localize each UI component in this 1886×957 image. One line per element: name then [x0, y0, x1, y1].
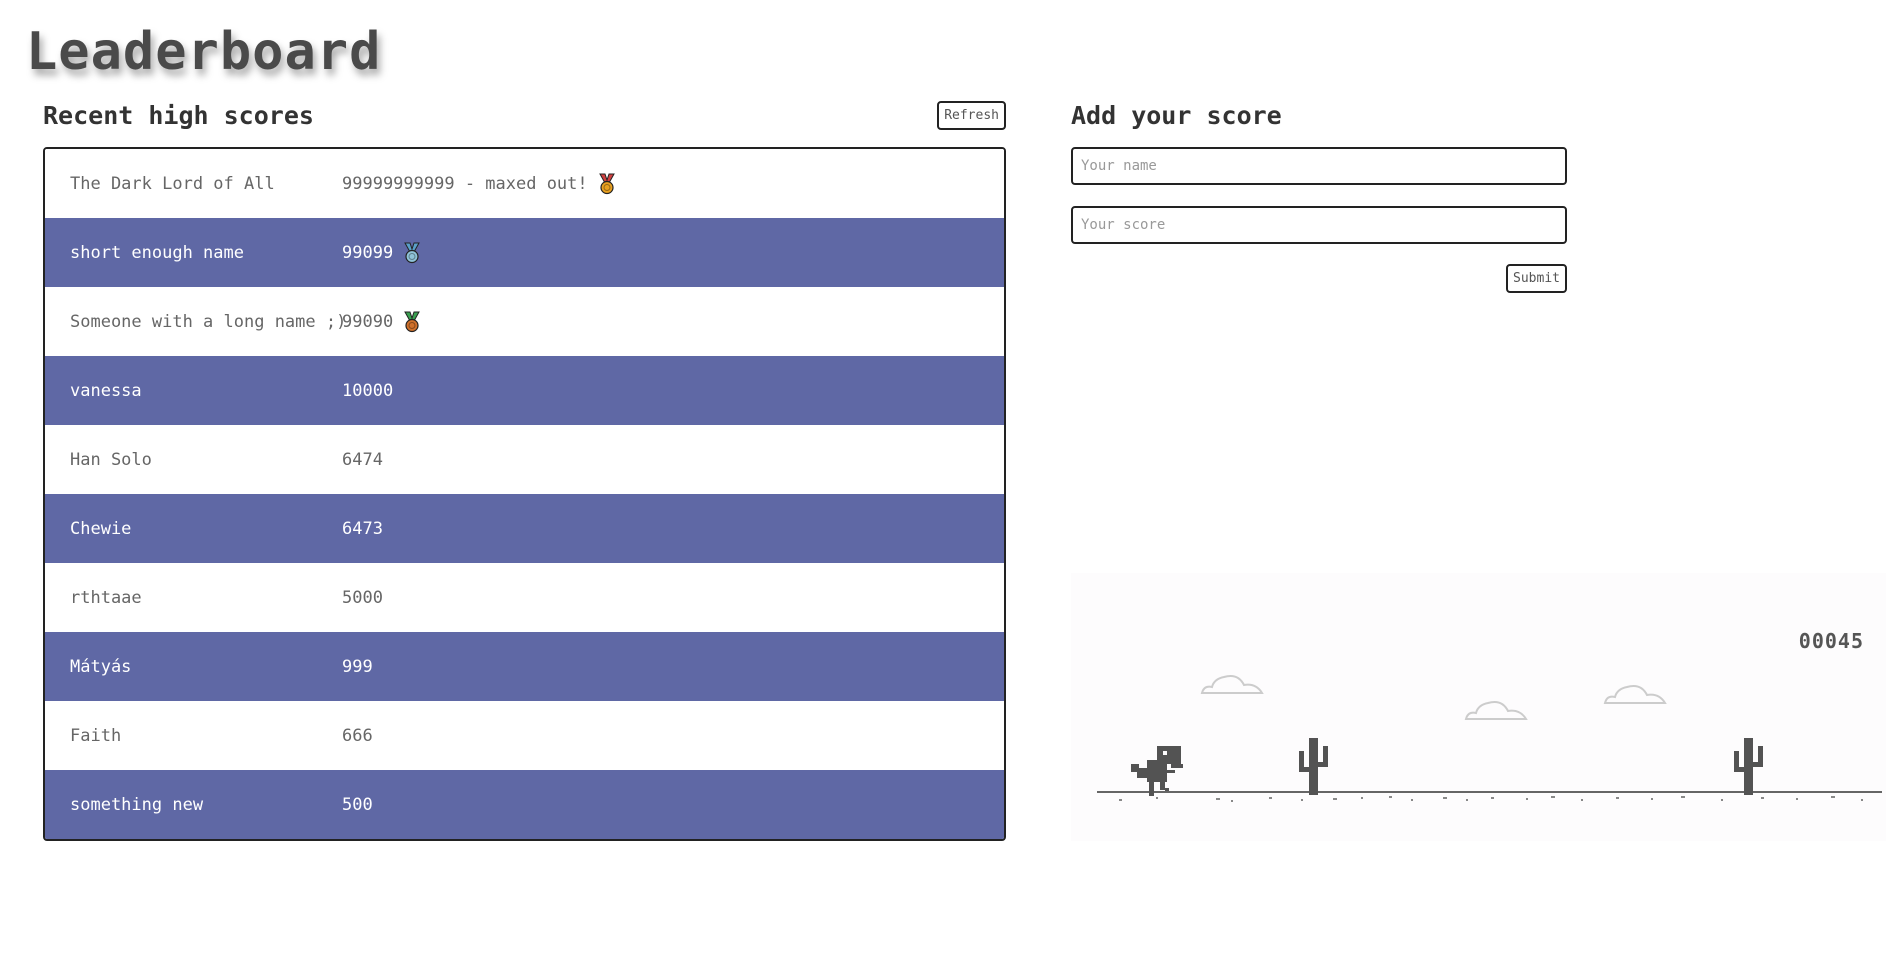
score-value: 10000 — [342, 380, 394, 401]
player-name: Han Solo — [70, 449, 152, 470]
player-name: The Dark Lord of All — [70, 173, 275, 194]
add-score-section: Add your score Submit — [1071, 98, 1567, 293]
player-name: short enough name — [70, 242, 244, 263]
score-value: 99999999999 - maxed out! — [342, 173, 588, 194]
gold-medal-icon — [598, 173, 615, 194]
add-score-heading: Add your score — [1071, 100, 1282, 130]
player-score: 6474 — [342, 450, 383, 470]
table-row: short enough name 99099 — [45, 218, 1004, 287]
score-value: 99090 — [342, 311, 394, 332]
player-score: 6473 — [342, 519, 383, 539]
table-row: Han Solo 6474 — [45, 425, 1004, 494]
score-value: 5000 — [342, 587, 383, 608]
leaderboard-header: Recent high scores Refresh — [43, 98, 1006, 132]
table-row: Mátyás 999 — [45, 632, 1004, 701]
table-row: Chewie 6473 — [45, 494, 1004, 563]
player-name: rthtaae — [70, 587, 142, 608]
score-value: 6473 — [342, 518, 383, 539]
player-name: Chewie — [70, 518, 132, 539]
bronze-medal-icon — [404, 311, 421, 332]
submit-button[interactable]: Submit — [1506, 264, 1567, 293]
table-row: rthtaae 5000 — [45, 563, 1004, 632]
ground-dirt — [1119, 796, 1863, 802]
page: Leaderboard Recent high scores Refresh T… — [0, 0, 1886, 957]
t-rex-icon — [1131, 746, 1183, 796]
cactus-icon — [1734, 738, 1763, 795]
player-name: Someone with a long name ;) — [70, 311, 347, 332]
player-name: something new — [70, 794, 204, 815]
silver-medal-icon — [404, 242, 421, 263]
score-value: 666 — [342, 725, 373, 746]
table-row: vanessa 10000 — [45, 356, 1004, 425]
leaderboard-heading: Recent high scores — [43, 100, 314, 130]
game-score: 00045 — [1798, 629, 1864, 653]
player-score: 99999999999 - maxed out! — [342, 173, 616, 195]
add-score-header: Add your score — [1071, 98, 1567, 132]
score-input[interactable] — [1071, 206, 1567, 244]
cactus-icon — [1299, 738, 1328, 795]
score-value: 6474 — [342, 449, 383, 470]
score-value: 999 — [342, 656, 373, 677]
refresh-button[interactable]: Refresh — [937, 100, 1006, 130]
player-name: Mátyás — [70, 656, 132, 677]
player-score: 99090 — [342, 311, 421, 333]
table-row: Someone with a long name ;) 99090 — [45, 287, 1004, 356]
player-score: 5000 — [342, 588, 383, 608]
player-score: 666 — [342, 726, 373, 746]
player-name: vanessa — [70, 380, 142, 401]
game-scene — [1097, 675, 1882, 802]
table-row: something new 500 — [45, 770, 1004, 839]
player-score: 500 — [342, 795, 373, 815]
cloud-icon — [1603, 685, 1667, 704]
submit-row: Submit — [1071, 264, 1567, 293]
player-score: 999 — [342, 657, 373, 677]
leaderboard-table: The Dark Lord of All 99999999999 - maxed … — [43, 147, 1006, 841]
table-row: The Dark Lord of All 99999999999 - maxed … — [45, 149, 1004, 218]
score-value: 500 — [342, 794, 373, 815]
name-input[interactable] — [1071, 147, 1567, 185]
table-row: Faith 666 — [45, 701, 1004, 770]
player-name: Faith — [70, 725, 122, 746]
leaderboard-section: Recent high scores Refresh The Dark Lord… — [43, 98, 1006, 841]
cloud-icon — [1200, 675, 1264, 694]
dino-game-canvas[interactable]: 00045 — [1071, 573, 1886, 841]
page-title: Leaderboard — [26, 22, 382, 82]
cloud-icon — [1464, 701, 1528, 720]
score-value: 99099 — [342, 242, 394, 263]
player-score: 10000 — [342, 381, 393, 401]
player-score: 99099 — [342, 242, 421, 264]
